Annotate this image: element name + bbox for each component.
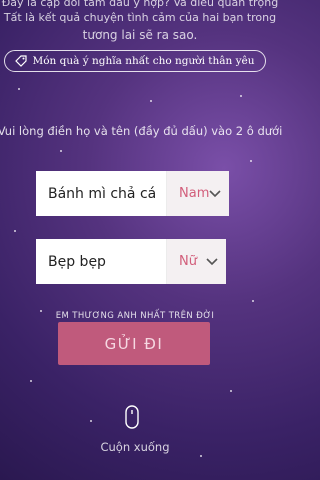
love-caption: EM THƯƠNG ANH NHẤT TRÊN ĐỜI — [55, 311, 215, 321]
intro-line-1: Đây là cặp đôi tâm đầu ý hợp? Và điều qu… — [1, 0, 279, 9]
gift-link[interactable]: Món quà ý nghĩa nhất cho người thân yêu — [4, 50, 266, 72]
mouse-scroll-icon — [125, 405, 139, 429]
person2-row: Bẹp bẹp Nữ — [36, 239, 226, 284]
instruction-text: Vui lòng điền họ và tên (đầy đủ dấu) vào… — [0, 124, 283, 138]
person1-name-input[interactable]: Bánh mì chả cá — [36, 186, 166, 202]
gift-link-label: Món quà ý nghĩa nhất cho người thân yêu — [32, 55, 255, 67]
person2-name-input[interactable]: Bẹp bẹp — [36, 254, 166, 270]
person1-row: Bánh mì chả cá Nam — [36, 171, 230, 216]
intro-line-3: tương lai sẽ ra sao. — [82, 28, 198, 42]
person2-gender-value: Nữ — [179, 254, 197, 269]
chevron-down-icon — [206, 257, 218, 265]
person1-gender-value: Nam — [179, 186, 210, 201]
intro-line-2: Tất là kết quả chuyện tình cảm của hai b… — [3, 11, 277, 24]
person2-gender-select[interactable]: Nữ — [166, 239, 226, 284]
chevron-down-icon — [209, 189, 221, 197]
scroll-down-label[interactable]: Cuộn xuống — [0, 440, 270, 454]
person1-gender-select[interactable]: Nam — [166, 171, 230, 216]
submit-button[interactable]: GỬI ĐI — [58, 322, 210, 365]
tag-icon — [15, 55, 28, 67]
